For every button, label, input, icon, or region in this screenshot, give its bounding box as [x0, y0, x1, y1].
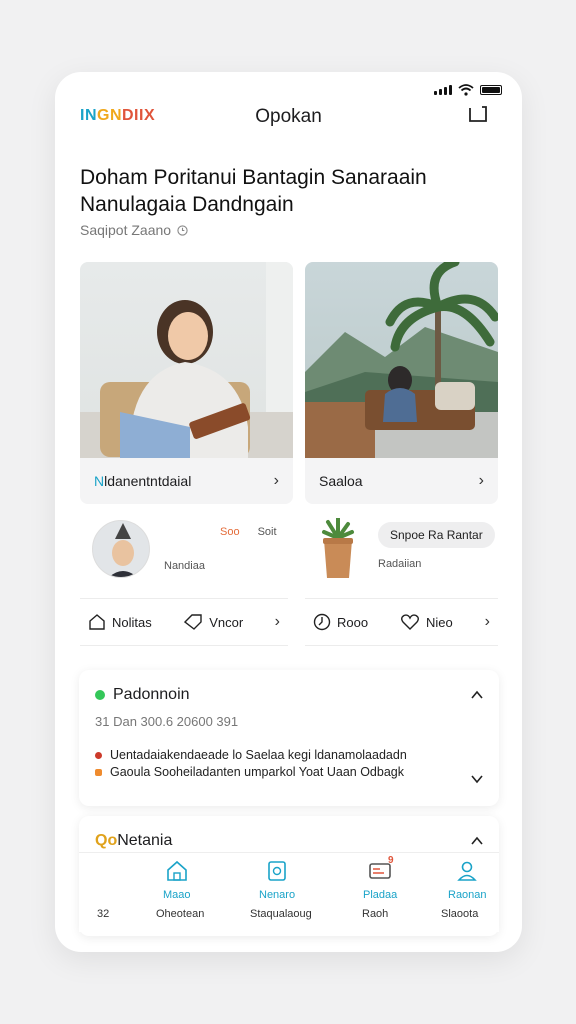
avatar [92, 520, 150, 578]
panel-line-text: Gaoula Sooheiladanten umparkol Yoat Uaan… [110, 765, 404, 779]
panel-meta: 31 Dan 300.6 20600 391 [95, 714, 239, 729]
tab-profile[interactable]: Raonan [448, 859, 487, 901]
action-item[interactable]: Nieo [400, 613, 453, 631]
document-icon [268, 861, 286, 881]
action-item[interactable]: Rooo [313, 613, 368, 631]
hero-sub-text: Saqipot Zaano [80, 222, 172, 238]
action-item[interactable]: Nolitas [88, 613, 152, 631]
bottom-tab-bar: Maao Nenaro 9 Pladaa Raonan 32 Oheotean … [79, 852, 499, 932]
tab-inbox[interactable]: 9 Pladaa [363, 855, 398, 901]
profile-stat-b: Soit [257, 526, 277, 538]
tab-sub: Oheotean [156, 908, 205, 920]
action-row-right: Rooo Nieo › [305, 598, 498, 646]
tag-icon [184, 614, 202, 630]
action-label: Nieo [426, 614, 453, 630]
action-item[interactable]: Vncor [183, 613, 243, 631]
home-icon [89, 614, 105, 630]
profile-action-pill[interactable]: Snpoe Ra Rantar [378, 522, 495, 548]
card-1-label-accent: N [94, 473, 105, 489]
card-1-label: Nldanentntdaial [94, 473, 191, 489]
card-2-label: Saaloa [319, 473, 363, 489]
terrace-palm-photo [305, 262, 498, 458]
panel-title-text: Netania [117, 832, 173, 849]
panel-title: Padonnoin [95, 686, 190, 704]
feature-card-1[interactable]: Nldanentntdaial › [80, 262, 293, 504]
panel-prefix: Qo [95, 832, 118, 849]
user-icon [457, 861, 478, 881]
action-row-left: Nolitas Vncor › [80, 598, 288, 646]
bullet-dot [95, 752, 102, 759]
profile-stat-a: Soo [220, 526, 240, 538]
phone-frame: INGNDIIX Opokan Doham Poritanui Bantagin… [55, 72, 522, 952]
tab-sub: 32 [97, 908, 110, 920]
hero-headline: Doham Poritanui Bantagin Sanaraain Nanul… [80, 166, 427, 216]
profile-block-1[interactable]: Soo Soit Nandiaa [92, 520, 292, 584]
app-header: INGNDIIX Opokan [55, 72, 522, 152]
profile-name: Nandiaa [164, 560, 205, 572]
tab-label: Pladaa [363, 889, 398, 901]
tab-sub: Staqualaoug [250, 908, 312, 920]
page-title: Opokan [255, 106, 322, 127]
panel-line: Gaoula Sooheiladanten umparkol Yoat Uaan… [95, 765, 465, 780]
chevron-down-icon[interactable] [471, 774, 483, 784]
card-1-footer[interactable]: Nldanentntdaial › [80, 458, 293, 504]
tab-sub: Raoh [362, 908, 389, 920]
tab-documents[interactable]: Nenaro [259, 859, 295, 901]
feature-card-2[interactable]: Saaloa › [305, 262, 498, 504]
profile-name: Radaiian [378, 558, 422, 570]
action-label: Vncor [209, 614, 244, 630]
bullet-dot [95, 769, 102, 776]
hero-subline: Saqipot Zaano [80, 222, 188, 238]
profile-block-2[interactable]: Snpoe Ra Rantar Radaiian [320, 516, 500, 582]
chevron-up-icon[interactable] [471, 836, 483, 846]
tab-home[interactable]: Maao [163, 859, 191, 901]
panel-line-text: Uentadaiakendaeade lo Saelaa kegi ldanam… [110, 748, 407, 762]
expand-icon[interactable] [468, 105, 488, 123]
tab-label: Raonan [448, 889, 487, 901]
woman-reading-photo [80, 262, 293, 458]
plant-pot-icon [322, 516, 354, 578]
clock-icon [313, 613, 331, 631]
action-label: Nolitas [112, 614, 152, 630]
chevron-right-icon[interactable]: › [275, 613, 280, 631]
heart-icon [401, 614, 419, 630]
card-1-label-text: ldanentntdaial [104, 473, 192, 489]
panel-line: Uentadaiakendaeade lo Saelaa kegi ldanam… [95, 748, 465, 763]
chevron-right-icon[interactable]: › [479, 472, 484, 490]
tab-label: Nenaro [259, 889, 296, 901]
tab-label: Maao [163, 889, 191, 901]
panel-title-text: Padonnoin [113, 686, 190, 703]
chevron-right-icon[interactable]: › [485, 613, 490, 631]
info-panel[interactable]: Padonnoin 31 Dan 300.6 20600 391 Uentada… [79, 670, 499, 806]
clock-icon [177, 224, 188, 236]
status-dot [95, 690, 105, 700]
action-label: Rooo [337, 614, 369, 630]
panel-title: Qo Netania [95, 832, 172, 850]
chevron-up-icon[interactable] [471, 690, 483, 700]
home-icon [166, 860, 187, 881]
card-2-footer[interactable]: Saaloa › [305, 458, 498, 504]
chevron-right-icon[interactable]: › [274, 472, 279, 490]
tab-sub: Slaoota [441, 908, 479, 920]
notification-badge: 9 [388, 855, 394, 866]
